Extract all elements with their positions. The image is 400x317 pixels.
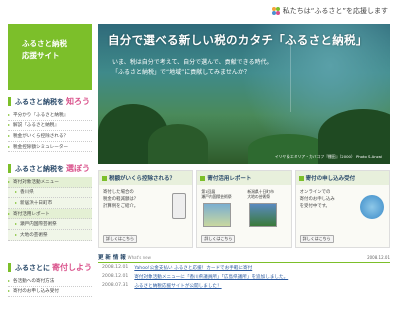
hero-caption: イリヤ＆エミリア・カバコフ『棚田』（2000） Photo S.Anzai bbox=[274, 154, 382, 159]
side-section-donate: ふるさとに寄付しよう 各活動への寄付方法 寄付のお申し込み受付 bbox=[8, 262, 92, 298]
news-item-link[interactable]: ふるさと納税応援サイトが公開しました！ bbox=[134, 283, 221, 289]
more-button[interactable]: 詳しくはこちら bbox=[103, 235, 137, 243]
heading-prefix: ふるさと納税を bbox=[15, 164, 64, 173]
card-header: 寄付の申し込み受付 bbox=[295, 171, 389, 185]
site-logo[interactable]: ふるさと納税 応援サイト bbox=[8, 24, 92, 90]
card-title: 寄付の申し込み受付 bbox=[305, 176, 356, 182]
card-header: 寄付活用レポート bbox=[197, 171, 291, 185]
news-item-link[interactable]: Yahoo!公金支払い ふるさと応援！カードでお手軽に寄付 bbox=[134, 265, 252, 271]
news-title-en: What's new bbox=[127, 255, 151, 260]
news-item: 2008.07.31 ふるさと納税応援サイトが公開しました！ bbox=[98, 281, 390, 290]
side-section-choose: ふるさと納税を選ぼう 寄付対象活動メニュー 香川県 新居浜十日町市 寄付活用レポ… bbox=[8, 163, 92, 241]
side-link[interactable]: 寄付対象活動メニュー bbox=[8, 177, 92, 188]
square-icon bbox=[102, 175, 107, 181]
card-title: 税額がいくら控除される？ bbox=[109, 176, 176, 182]
side-sublink[interactable]: 香川県 bbox=[8, 187, 92, 199]
report-b: 新潟県十日町市 大地の芸術祭 bbox=[247, 189, 274, 199]
heading-emph: 寄付しよう bbox=[52, 263, 92, 272]
news-item: 2008.12.01 寄付対象活動メニューに「香川県議員所」「広島県議所」を追加し… bbox=[98, 272, 390, 281]
globe-icon bbox=[359, 195, 384, 219]
heading-bar-icon bbox=[8, 164, 11, 173]
tree-shape bbox=[148, 124, 208, 164]
card-title: 寄付活用レポート bbox=[207, 176, 252, 182]
side-sublink[interactable]: 新居浜十日町市 bbox=[8, 198, 92, 209]
report-thumb[interactable] bbox=[249, 203, 278, 227]
side-section-learn: ふるさと納税を知ろう 平分かり『ふるさと納税』 解説『ふるさと納税』 税金がいく… bbox=[8, 96, 92, 153]
heading-prefix: ふるさとに bbox=[15, 263, 50, 272]
side-link[interactable]: 寄付活用レポート bbox=[8, 208, 92, 220]
hero-banner: 自分で選べる新しい税のカタチ「ふるさと納税」 いま、税は自分で考えて、自分で選ん… bbox=[98, 24, 390, 164]
hero-deco bbox=[290, 42, 350, 112]
side-link[interactable]: 寄付のお申し込み受付 bbox=[8, 287, 92, 298]
heading-bar-icon bbox=[8, 97, 11, 106]
side-sublink[interactable]: 瀬戸内国際芸術祭 bbox=[8, 219, 92, 230]
card-apply: 寄付の申し込み受付 オンラインでの 寄付のお申し込み を受付中です。 詳しくはこ… bbox=[294, 170, 390, 248]
hero-subtitle: いま、税は自分で考えて、自分で選んで、貢献できる時代。 「ふるさと納税」で“地域… bbox=[112, 58, 273, 78]
side-link[interactable]: 平分かり『ふるさと納税』 bbox=[8, 110, 92, 121]
heading-bar-icon bbox=[8, 263, 11, 272]
hero-sub1: いま、税は自分で考えて、自分で選んで、貢献できる時代。 bbox=[112, 59, 273, 66]
logo-line2: 応援サイト bbox=[22, 51, 60, 60]
side-sublink[interactable]: 大地の芸術祭 bbox=[8, 229, 92, 241]
report-a: 第1回展 瀬戸内国際芸術祭 bbox=[201, 189, 231, 199]
side-link[interactable]: 税金控除額シミュレーター bbox=[8, 142, 92, 153]
side-heading-donate: ふるさとに 寄付しよう bbox=[8, 262, 92, 273]
news-item: 2008.12.01 Yahoo!公金支払い ふるさと応援！カードでお手軽に寄付 bbox=[98, 263, 390, 272]
side-heading-choose: ふるさと納税を 選ぼう bbox=[8, 163, 92, 174]
side-link[interactable]: 税金がいくら控除される？ bbox=[8, 131, 92, 142]
news-item-date: 2008.07.31 bbox=[102, 282, 129, 288]
news-title: 更 新 情 報 What's new bbox=[98, 253, 151, 261]
news-header: 更 新 情 報 What's new 2008.12.01 bbox=[98, 252, 390, 263]
tagline: 私たちは“ふるさと”を応援します bbox=[271, 6, 388, 16]
heading-emph: 知ろう bbox=[66, 97, 90, 106]
square-icon bbox=[200, 175, 206, 181]
more-button[interactable]: 詳しくはこちら bbox=[201, 235, 236, 243]
side-link[interactable]: 解説『ふるさと納税』 bbox=[8, 121, 92, 132]
feature-cards: 税額がいくら控除される？ 寄付した場合の 税金の軽減額は？ 計算例をご紹介。 詳… bbox=[98, 170, 390, 248]
report-b-line: 大地の芸術祭 bbox=[247, 194, 271, 199]
card-header: 税額がいくら控除される？ bbox=[99, 171, 193, 185]
side-link[interactable]: 各活動への寄付方法 bbox=[8, 276, 92, 287]
news-date: 2008.12.01 bbox=[367, 254, 390, 260]
more-button[interactable]: 詳しくはこちら bbox=[299, 235, 334, 243]
logo-line1: ふるさと納税 bbox=[22, 39, 67, 48]
report-thumb[interactable] bbox=[203, 203, 232, 227]
card-report: 寄付活用レポート 第1回展 瀬戸内国際芸術祭 新潟県十日町市 大地の芸術祭 詳し… bbox=[196, 170, 292, 248]
hero-title: 自分で選べる新しい税のカタチ「ふるさと納税」 bbox=[108, 33, 368, 47]
news-item-date: 2008.12.01 bbox=[102, 273, 129, 279]
report-a-line: 瀬戸内国際芸術祭 bbox=[201, 194, 232, 199]
news-item-link[interactable]: 寄付対象活動メニューに「香川県議員所」「広島県議所」を追加しました。 bbox=[134, 274, 288, 280]
square-icon bbox=[298, 175, 304, 181]
heading-emph: 選ぼう bbox=[66, 164, 90, 173]
news-item-date: 2008.12.01 bbox=[102, 264, 129, 270]
side-heading-learn: ふるさと納税を 知ろう bbox=[8, 96, 92, 107]
card-tax: 税額がいくら控除される？ 寄付した場合の 税金の軽減額は？ 計算例をご紹介。 詳… bbox=[98, 170, 194, 248]
hero-sub2: 「ふるさと納税」で“地域”に貢献してみませんか？ bbox=[112, 69, 250, 76]
tagline-text: 私たちは“ふるさと”を応援します bbox=[282, 7, 388, 15]
news-title-jp: 更 新 情 報 bbox=[98, 255, 126, 261]
clover-icon bbox=[271, 7, 280, 15]
heading-prefix: ふるさと納税を bbox=[15, 97, 64, 106]
calculator-icon bbox=[172, 193, 187, 219]
news-section: 更 新 情 報 What's new 2008.12.01 2008.12.01… bbox=[98, 252, 390, 310]
